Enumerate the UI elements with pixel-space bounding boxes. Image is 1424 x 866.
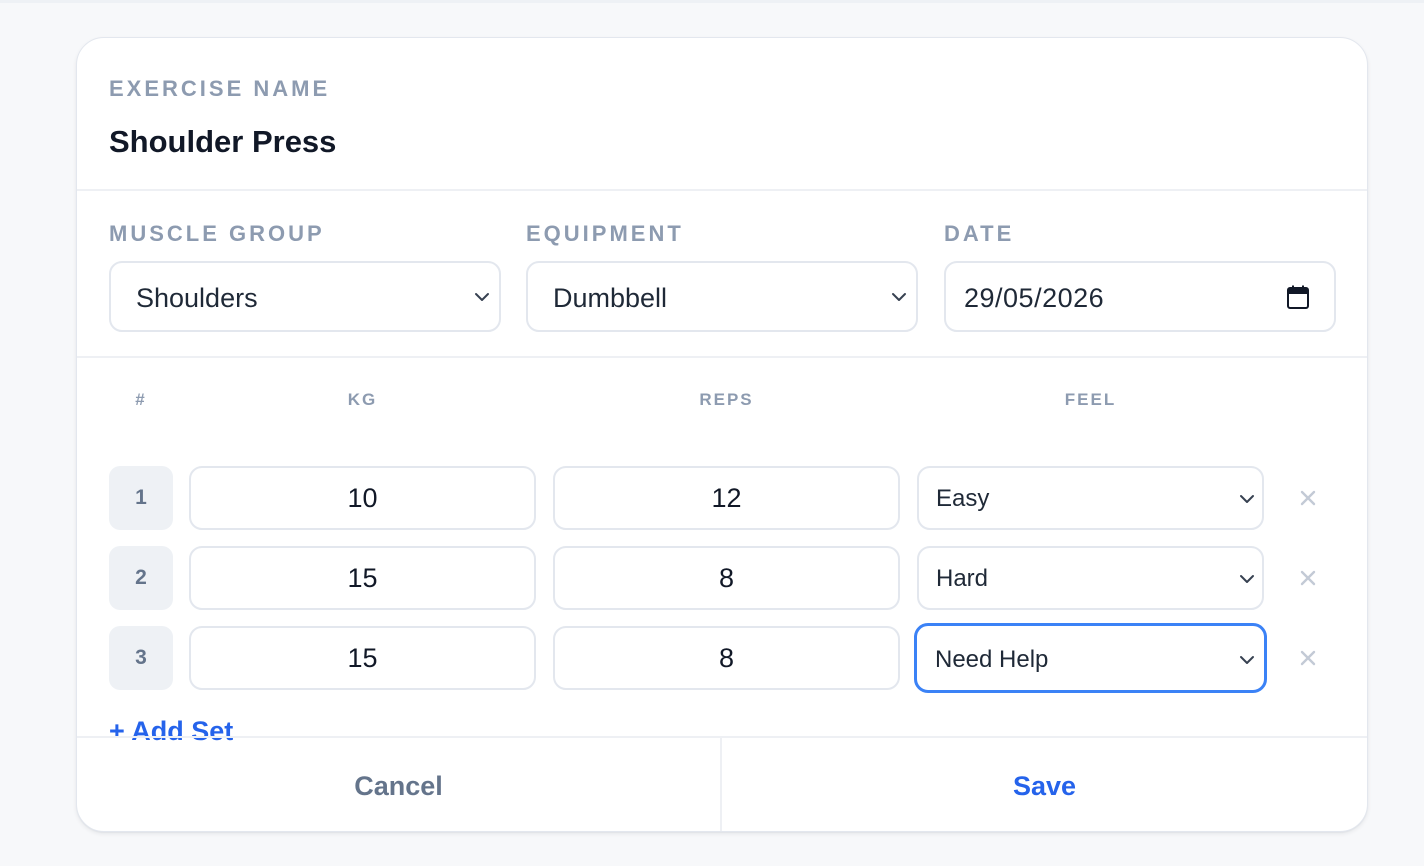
exercise-name-section: EXERCISE NAME Shoulder Press — [77, 38, 1367, 191]
top-divider — [0, 0, 1424, 3]
equipment-label: EQUIPMENT — [526, 221, 684, 246]
kg-input[interactable]: 15 — [189, 626, 536, 690]
remove-set-button[interactable] — [1297, 567, 1319, 589]
set-row: 3 15 8 Need Help — [77, 623, 1367, 693]
chevron-down-icon — [1240, 495, 1254, 503]
set-number-header: # — [135, 390, 147, 409]
feel-value: Hard — [936, 565, 989, 592]
cancel-button[interactable]: Cancel — [77, 738, 722, 831]
exercise-name-label: EXERCISE NAME — [109, 76, 331, 101]
exercise-name-field[interactable]: Shoulder Press — [109, 124, 336, 160]
remove-set-button[interactable] — [1297, 487, 1319, 509]
muscle-group-label: MUSCLE GROUP — [109, 221, 325, 246]
chevron-down-icon — [1240, 575, 1254, 583]
card-footer: Cancel Save — [77, 736, 1367, 831]
chevron-down-icon — [892, 293, 906, 301]
muscle-group-select[interactable]: Shoulders — [109, 261, 501, 332]
date-input[interactable]: 29/05/2026 — [944, 261, 1336, 332]
save-button[interactable]: Save — [722, 738, 1367, 831]
set-number-badge: 3 — [109, 626, 173, 690]
calendar-icon[interactable] — [1286, 284, 1310, 310]
set-number-badge: 1 — [109, 466, 173, 530]
equipment-column: EQUIPMENT Dumbbell — [526, 191, 918, 356]
feel-value: Easy — [936, 485, 990, 512]
page: EXERCISE NAME Shoulder Press MUSCLE GROU… — [0, 0, 1424, 866]
chevron-down-icon — [475, 293, 489, 301]
feel-select[interactable]: Easy — [917, 466, 1264, 530]
set-row: 2 15 8 Hard — [77, 546, 1367, 610]
remove-set-button[interactable] — [1297, 647, 1319, 669]
kg-input[interactable]: 15 — [189, 546, 536, 610]
chevron-down-icon — [1240, 656, 1254, 664]
set-row: 1 10 12 Easy — [77, 466, 1367, 530]
muscle-group-value: Shoulders — [136, 283, 258, 313]
kg-input[interactable]: 10 — [189, 466, 536, 530]
feel-value: Need Help — [935, 646, 1049, 673]
date-value: 29/05/2026 — [964, 283, 1105, 313]
feel-select[interactable]: Need Help — [914, 623, 1267, 693]
feel-header: FEEL — [1064, 390, 1117, 409]
feel-select[interactable]: Hard — [917, 546, 1264, 610]
reps-header: REPS — [699, 390, 754, 409]
date-label: DATE — [944, 221, 1015, 246]
reps-input[interactable]: 12 — [553, 466, 900, 530]
date-column: DATE 29/05/2026 — [944, 191, 1336, 356]
reps-input[interactable]: 8 — [553, 626, 900, 690]
equipment-select[interactable]: Dumbbell — [526, 261, 918, 332]
equipment-value: Dumbbell — [553, 283, 668, 313]
kg-header: KG — [347, 390, 378, 409]
reps-input[interactable]: 8 — [553, 546, 900, 610]
set-number-badge: 2 — [109, 546, 173, 610]
exercise-meta-section: MUSCLE GROUP Shoulders EQUIPMENT Dumbbel… — [77, 191, 1367, 358]
log-exercise-card: EXERCISE NAME Shoulder Press MUSCLE GROU… — [76, 37, 1368, 832]
muscle-group-column: MUSCLE GROUP Shoulders — [109, 191, 501, 356]
sets-section: # KG REPS FEEL 1 10 12 Easy 2 15 8 Hard … — [77, 358, 1367, 746]
